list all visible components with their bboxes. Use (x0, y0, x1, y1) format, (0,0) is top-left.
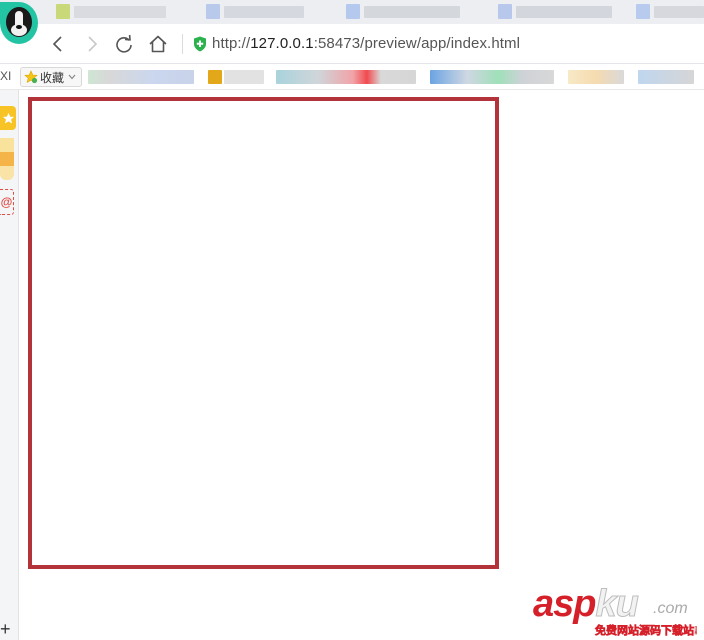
bookmark-item-blur[interactable] (88, 70, 194, 84)
avatar-dog-nose (16, 25, 22, 29)
watermark-tagline: 免费网站源码下载站! (595, 625, 698, 638)
preview-canvas[interactable] (28, 97, 499, 569)
bookmark-cut-label[interactable]: XI (0, 69, 11, 83)
mail-icon[interactable]: @ (0, 189, 14, 215)
bookmark-item-blur[interactable] (430, 70, 554, 84)
tab-title-blur[interactable] (516, 6, 612, 18)
secure-shield-icon (194, 36, 206, 52)
tab-favicon-blur (56, 4, 70, 19)
favorites-star-icon (24, 70, 38, 84)
url-scheme: http:// (212, 35, 251, 52)
watermark-domain: .com (653, 600, 688, 617)
tab-title-blur[interactable] (74, 6, 166, 18)
bookmark-item-blur[interactable] (224, 70, 264, 84)
bookmark-item-blur[interactable] (568, 70, 624, 84)
tab-favicon-blur (346, 4, 360, 19)
bookmark-item-blur[interactable] (276, 70, 416, 84)
tab-title-blur[interactable] (364, 6, 460, 18)
bookmark-item-blur[interactable] (638, 70, 694, 84)
tab-favicon-blur (636, 4, 650, 19)
star-icon (2, 112, 14, 124)
tab-favicon-blur (498, 4, 512, 19)
tab-favicon-blur (206, 4, 220, 19)
add-icon[interactable]: + (0, 620, 11, 638)
mail-label: @ (0, 195, 13, 209)
left-sidebar: @ + (0, 90, 19, 640)
url-path: :58473/preview/app/index.html (313, 35, 521, 52)
bookmarks-bar: XI 收藏 (0, 64, 704, 90)
url-host: 127.0.0.1 (250, 35, 314, 52)
user-avatar[interactable] (0, 2, 38, 44)
sidebar-favorites[interactable] (0, 106, 16, 130)
nav-separator (182, 34, 183, 54)
watermark-logo: aspku (533, 583, 639, 625)
browser-window: http://127.0.0.1:58473/preview/app/index… (0, 0, 704, 640)
reload-icon (116, 34, 132, 53)
favorites-button[interactable]: 收藏 (20, 67, 82, 87)
home-button[interactable] (146, 32, 170, 56)
forward-button[interactable] (80, 32, 104, 56)
home-icon (149, 35, 167, 53)
address-bar[interactable]: http://127.0.0.1:58473/preview/app/index… (212, 35, 520, 52)
bookmark-favicon-blur (208, 70, 222, 84)
chevron-down-icon (68, 74, 76, 80)
tab-strip (0, 0, 704, 24)
watermark-asp: asp (533, 583, 596, 625)
reload-button[interactable] (112, 32, 136, 56)
tab-title-blur[interactable] (654, 6, 704, 18)
back-button[interactable] (46, 32, 70, 56)
tab-title-blur[interactable] (224, 6, 304, 18)
add-label: + (0, 619, 11, 639)
site-watermark: aspku .com 免费网站源码下载站! (533, 584, 703, 640)
back-arrow-icon (52, 36, 62, 52)
watermark-ku: ku (595, 583, 639, 625)
forward-arrow-icon (88, 36, 98, 52)
notes-icon[interactable] (0, 138, 14, 180)
navigation-bar: http://127.0.0.1:58473/preview/app/index… (0, 24, 704, 64)
favorites-label: 收藏 (40, 70, 65, 85)
